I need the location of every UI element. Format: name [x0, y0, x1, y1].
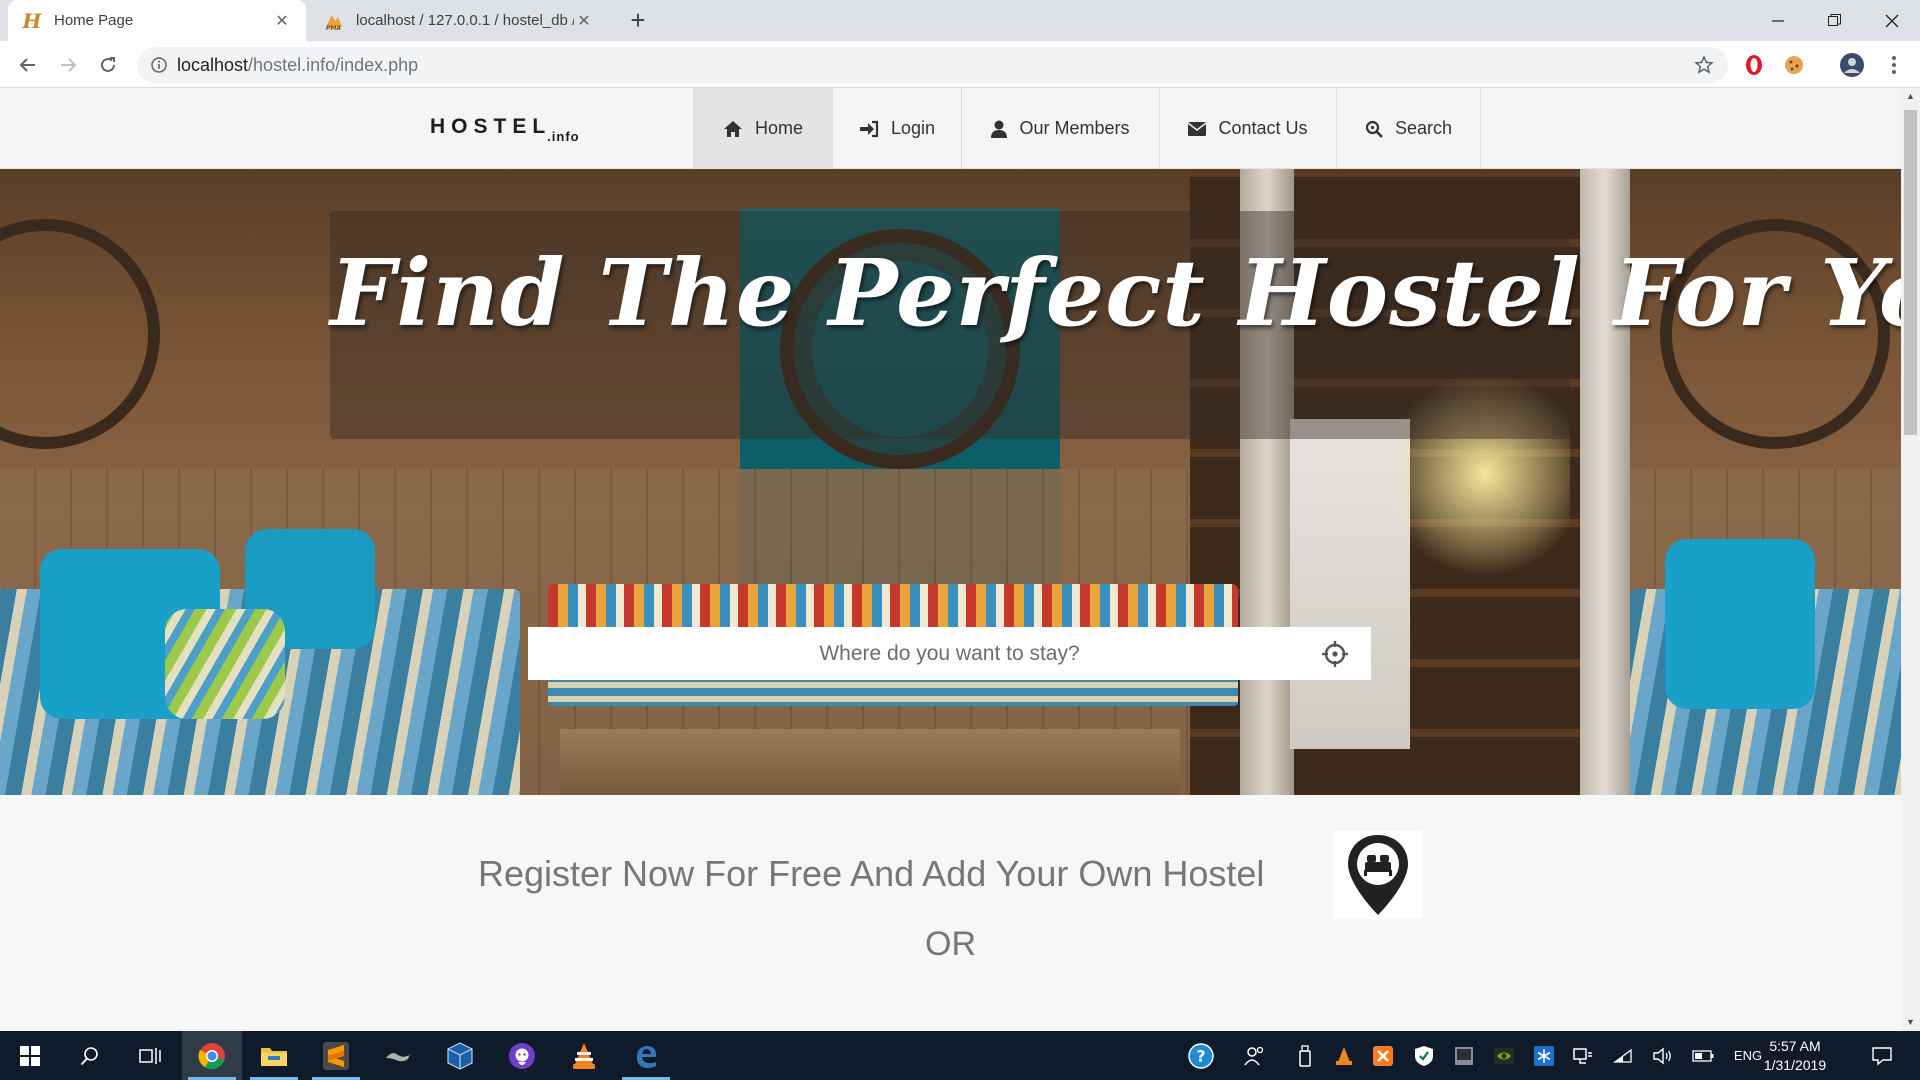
tab-phpmyadmin[interactable]: PMA localhost / 127.0.0.1 / hostel_db / … [310, 0, 608, 41]
svg-text:PMA: PMA [326, 25, 341, 31]
hero-headline: Find The Perfect Hostel For You [330, 239, 1901, 347]
tab-title: Home Page [54, 12, 134, 29]
vlc-tray-icon[interactable] [1329, 1031, 1359, 1080]
envelope-icon [1188, 121, 1207, 136]
security-shield-icon[interactable] [1409, 1031, 1439, 1080]
new-tab-button[interactable]: + [622, 4, 654, 36]
home-icon [723, 120, 743, 138]
page-scrollbar[interactable]: ▲ ▼ [1901, 88, 1920, 1031]
nav-search[interactable]: Search [1336, 88, 1481, 169]
minimize-icon[interactable] [1749, 0, 1806, 41]
close-tab-icon[interactable]: ✕ [574, 11, 594, 31]
brand-name: HOSTEL [430, 115, 552, 138]
location-search-input[interactable] [589, 641, 1310, 666]
nav-our-members[interactable]: Our Members [961, 88, 1159, 169]
search-icon[interactable] [60, 1031, 120, 1080]
nvidia-tray-icon[interactable] [1489, 1031, 1519, 1080]
menu-dots-icon[interactable] [1880, 51, 1908, 79]
url-host: localhost [177, 54, 249, 75]
projector-icon[interactable] [1568, 1031, 1598, 1080]
file-explorer-icon[interactable] [244, 1031, 304, 1080]
nav-label: Home [754, 118, 803, 138]
xampp-tray-icon[interactable] [1368, 1031, 1398, 1080]
clock-date: 1/31/2019 [1763, 1057, 1827, 1073]
url-path: /hostel.info/index.php [248, 54, 419, 75]
info-icon[interactable] [151, 57, 167, 73]
scrollbar-thumb[interactable] [1904, 110, 1917, 435]
pillow [165, 609, 285, 719]
nav-label: Login [890, 118, 936, 138]
svg-text:?: ? [1196, 1046, 1205, 1065]
reload-icon[interactable] [92, 49, 124, 81]
task-view-icon[interactable] [120, 1031, 180, 1080]
browser-tab-strip: H Home Page ✕ PMA localhost / 127.0.0.1 … [0, 0, 1920, 41]
opera-extension-icon[interactable] [1740, 51, 1768, 79]
usb-device-icon[interactable] [1290, 1031, 1320, 1080]
phpmyadmin-icon: PMA [324, 11, 344, 31]
register-section: Register Now For Free And Add Your Own H… [0, 795, 1901, 1031]
taskbar-clock[interactable]: 5:57 AM 1/31/2019 [1755, 1037, 1835, 1075]
profile-avatar-icon[interactable] [1838, 51, 1866, 79]
snowflake-tray-icon[interactable] [1529, 1031, 1559, 1080]
nav-contact-us[interactable]: Contact Us [1159, 88, 1336, 169]
edge-icon[interactable] [616, 1031, 676, 1080]
forward-arrow-icon[interactable] [52, 49, 84, 81]
restore-icon[interactable] [1806, 0, 1863, 41]
display-tray-icon[interactable] [1449, 1031, 1479, 1080]
browser-toolbar: localhost/hostel.info/index.php [0, 41, 1920, 88]
wall-clock-image [0, 219, 160, 449]
nav-label: Search [1394, 118, 1453, 138]
nav-label: Contact Us [1218, 118, 1308, 138]
wifi-icon[interactable] [1608, 1031, 1638, 1080]
brand-suffix: .info [547, 129, 580, 144]
bed-location-pin-icon[interactable] [1333, 831, 1423, 919]
lizard-app-icon[interactable] [368, 1031, 428, 1080]
crosshair-location-icon[interactable] [1321, 640, 1349, 668]
battery-icon[interactable] [1688, 1031, 1718, 1080]
search-icon [1365, 120, 1383, 138]
wooden-table [560, 729, 1180, 795]
back-arrow-icon[interactable] [12, 49, 44, 81]
scroll-down-arrow-icon[interactable]: ▼ [1901, 1014, 1920, 1031]
nav-login[interactable]: Login [832, 88, 961, 169]
windows-taskbar: ? ENG 5:57 AM 1/31/2019 [0, 1031, 1920, 1080]
help-icon[interactable]: ? [1183, 1031, 1219, 1080]
page-viewport: HOSTEL.info Home Login Our Members Conta… [0, 88, 1901, 1031]
sublime-text-icon[interactable] [306, 1031, 366, 1080]
windows-start-icon[interactable] [0, 1031, 60, 1080]
register-link[interactable]: Register Now For Free And Add Your Own H… [478, 853, 1264, 895]
hostel-h-icon: H [22, 8, 42, 33]
site-navbar: HOSTEL.info Home Login Our Members Conta… [0, 88, 1901, 169]
clock-time: 5:57 AM [1769, 1038, 1821, 1054]
screen: { "browser": { "tabs": [ {"title": "Home… [0, 0, 1920, 1080]
pillow [1665, 539, 1815, 709]
user-icon [991, 120, 1008, 138]
nav-home[interactable]: Home [693, 88, 832, 169]
hero-banner: Find The Perfect Hostel For You [0, 169, 1901, 795]
address-bar[interactable]: localhost/hostel.info/index.php [137, 47, 1728, 83]
tab-title: localhost / 127.0.0.1 / hostel_db / [356, 12, 574, 29]
cookie-extension-icon[interactable] [1780, 51, 1808, 79]
volume-icon[interactable] [1648, 1031, 1678, 1080]
sign-in-icon [859, 120, 879, 138]
vlc-icon[interactable] [554, 1031, 614, 1080]
nav-label: Our Members [1019, 118, 1130, 138]
github-desktop-icon[interactable] [492, 1031, 552, 1080]
hostel-search-box [528, 627, 1371, 680]
virtualbox-icon[interactable] [430, 1031, 490, 1080]
close-window-icon[interactable] [1863, 0, 1920, 41]
window [1290, 419, 1410, 749]
star-icon[interactable] [1694, 55, 1714, 75]
people-icon[interactable] [1238, 1031, 1272, 1080]
or-divider: OR [925, 925, 976, 963]
scroll-up-arrow-icon[interactable]: ▲ [1901, 88, 1920, 105]
tab-home-page[interactable]: H Home Page ✕ [8, 0, 306, 41]
close-tab-icon[interactable]: ✕ [272, 11, 292, 31]
site-logo[interactable]: HOSTEL.info [430, 115, 580, 144]
action-center-icon[interactable] [1860, 1031, 1904, 1080]
chrome-icon[interactable] [182, 1031, 242, 1080]
